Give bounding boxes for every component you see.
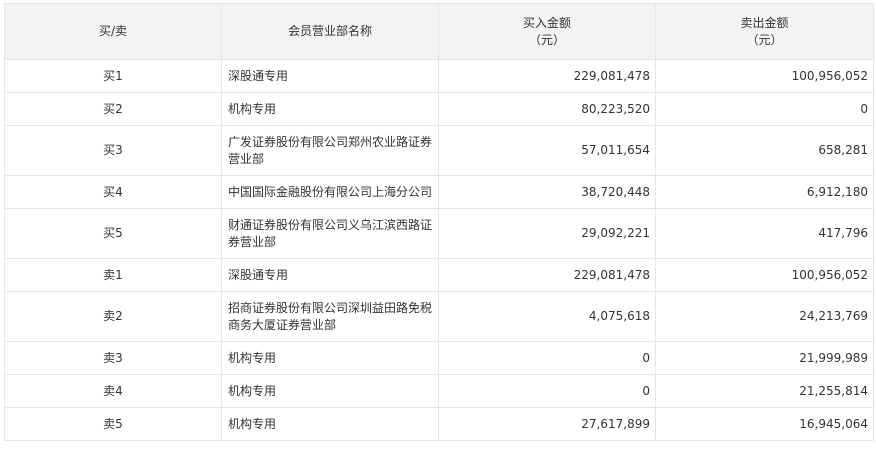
table-body: 买1 深股通专用 229,081,478 100,956,052 买2 机构专用… bbox=[4, 59, 874, 441]
header-sell-amount: 卖出金额 （元） bbox=[655, 3, 874, 60]
row-sell-amount: 0 bbox=[655, 92, 874, 126]
row-buy-amount: 0 bbox=[438, 341, 656, 375]
row-sell-amount: 417,796 bbox=[655, 208, 874, 259]
table-row: 卖5 机构专用 27,617,899 16,945,064 bbox=[4, 407, 874, 441]
row-type: 卖2 bbox=[4, 291, 222, 342]
row-sell-amount: 6,912,180 bbox=[655, 175, 874, 209]
row-broker-name: 机构专用 bbox=[221, 407, 439, 441]
table-row: 卖3 机构专用 0 21,999,989 bbox=[4, 341, 874, 375]
row-buy-amount: 29,092,221 bbox=[438, 208, 656, 259]
row-broker-name: 机构专用 bbox=[221, 92, 439, 126]
row-broker-name: 机构专用 bbox=[221, 341, 439, 375]
header-sell-amount-label: 卖出金额 bbox=[740, 15, 789, 30]
header-row: 买/卖 会员营业部名称 买入金额 （元） 卖出金额 （元） bbox=[4, 3, 874, 60]
header-sell-amount-unit: （元） bbox=[746, 32, 783, 47]
row-broker-name: 机构专用 bbox=[221, 374, 439, 408]
table-row: 买1 深股通专用 229,081,478 100,956,052 bbox=[4, 59, 874, 93]
row-broker-name: 中国国际金融股份有限公司上海分公司 bbox=[221, 175, 439, 209]
row-buy-amount: 229,081,478 bbox=[438, 59, 656, 93]
table-row: 买5 财通证券股份有限公司义乌江滨西路证券营业部 29,092,221 417,… bbox=[4, 208, 874, 259]
row-type: 卖3 bbox=[4, 341, 222, 375]
row-type: 买1 bbox=[4, 59, 222, 93]
table-row: 买2 机构专用 80,223,520 0 bbox=[4, 92, 874, 126]
trading-seats-table: 买/卖 会员营业部名称 买入金额 （元） 卖出金额 （元） 买1 深股通专用 2… bbox=[4, 3, 874, 441]
row-sell-amount: 21,999,989 bbox=[655, 341, 874, 375]
table-row: 卖2 招商证券股份有限公司深圳益田路免税商务大厦证券营业部 4,075,618 … bbox=[4, 291, 874, 342]
table-row: 卖1 深股通专用 229,081,478 100,956,052 bbox=[4, 258, 874, 292]
row-sell-amount: 16,945,064 bbox=[655, 407, 874, 441]
row-buy-amount: 38,720,448 bbox=[438, 175, 656, 209]
row-broker-name: 财通证券股份有限公司义乌江滨西路证券营业部 bbox=[221, 208, 439, 259]
row-type: 买3 bbox=[4, 125, 222, 176]
header-name: 会员营业部名称 bbox=[221, 3, 439, 60]
row-buy-amount: 80,223,520 bbox=[438, 92, 656, 126]
row-buy-amount: 4,075,618 bbox=[438, 291, 656, 342]
row-type: 卖4 bbox=[4, 374, 222, 408]
row-buy-amount: 0 bbox=[438, 374, 656, 408]
row-broker-name: 招商证券股份有限公司深圳益田路免税商务大厦证券营业部 bbox=[221, 291, 439, 342]
header-buy-amount: 买入金额 （元） bbox=[438, 3, 656, 60]
row-sell-amount: 100,956,052 bbox=[655, 59, 874, 93]
table-row: 买3 广发证券股份有限公司郑州农业路证券营业部 57,011,654 658,2… bbox=[4, 125, 874, 176]
row-type: 卖1 bbox=[4, 258, 222, 292]
row-sell-amount: 658,281 bbox=[655, 125, 874, 176]
table-header: 买/卖 会员营业部名称 买入金额 （元） 卖出金额 （元） bbox=[4, 3, 874, 60]
row-buy-amount: 229,081,478 bbox=[438, 258, 656, 292]
row-broker-name: 深股通专用 bbox=[221, 258, 439, 292]
header-buy-amount-label: 买入金额 bbox=[522, 15, 571, 30]
table-row: 买4 中国国际金融股份有限公司上海分公司 38,720,448 6,912,18… bbox=[4, 175, 874, 209]
row-broker-name: 深股通专用 bbox=[221, 59, 439, 93]
table-row: 卖4 机构专用 0 21,255,814 bbox=[4, 374, 874, 408]
row-sell-amount: 24,213,769 bbox=[655, 291, 874, 342]
header-type: 买/卖 bbox=[4, 3, 222, 60]
row-sell-amount: 100,956,052 bbox=[655, 258, 874, 292]
row-type: 买5 bbox=[4, 208, 222, 259]
row-sell-amount: 21,255,814 bbox=[655, 374, 874, 408]
row-buy-amount: 57,011,654 bbox=[438, 125, 656, 176]
row-buy-amount: 27,617,899 bbox=[438, 407, 656, 441]
row-type: 买2 bbox=[4, 92, 222, 126]
row-broker-name: 广发证券股份有限公司郑州农业路证券营业部 bbox=[221, 125, 439, 176]
row-type: 卖5 bbox=[4, 407, 222, 441]
row-type: 买4 bbox=[4, 175, 222, 209]
header-buy-amount-unit: （元） bbox=[528, 32, 565, 47]
